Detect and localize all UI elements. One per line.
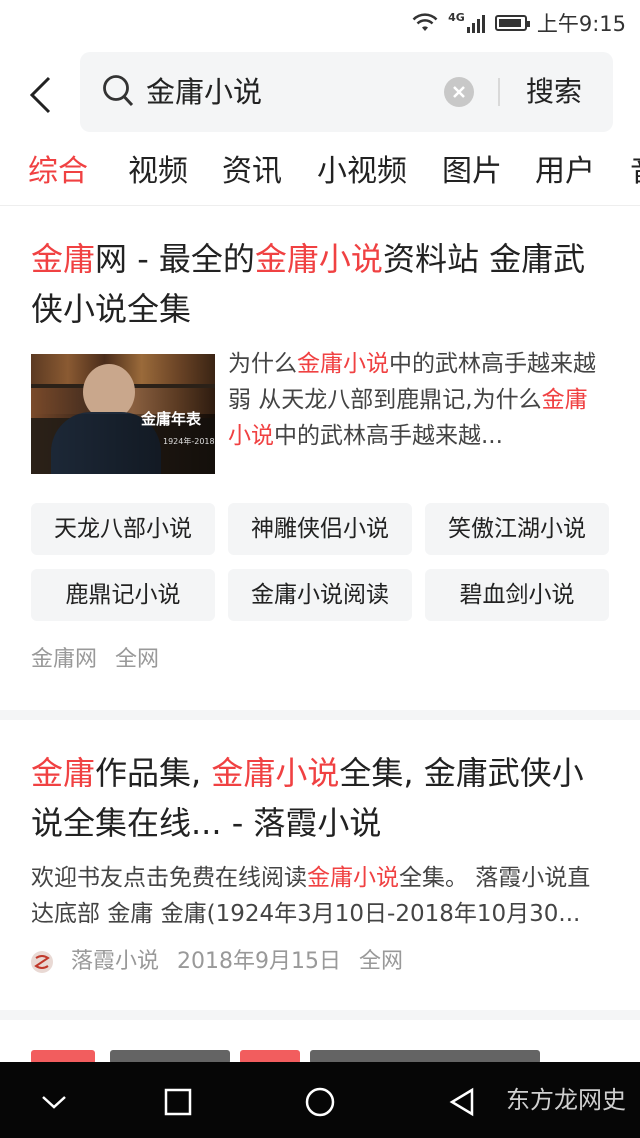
result-summary: 欢迎书友点击免费在线阅读金庸小说全集。 落霞小说直达底部 金庸 金庸(1924年… [31,865,591,927]
tag-chip[interactable]: 神雕侠侣小说 [228,503,412,555]
tab-short-video[interactable]: 小视频 [317,152,407,192]
tab-users[interactable]: 用户 [535,152,595,192]
tag-chip[interactable]: 金庸小说阅读 [228,569,412,621]
watermark: 东方龙网史 [506,1086,626,1114]
tab-music[interactable]: 音 [630,152,640,192]
separator [0,710,640,720]
system-nav-bar: 东方龙网史 [0,1062,640,1138]
tag-chip[interactable]: 碧血剑小说 [425,569,609,621]
circle-icon [305,1087,335,1117]
result-card-3-partial[interactable] [0,1020,640,1062]
tab-images[interactable]: 图片 [442,152,502,192]
result-card-1[interactable]: 金庸网 - 最全的金庸小说资料站 金庸武侠小说全集 金庸年表 1924年-201… [0,206,640,710]
result-scope: 全网 [359,949,404,974]
category-tabs: 综合 视频 资讯 小视频 图片 用户 音 [0,144,640,206]
divider [498,78,500,106]
thumbnail-caption: 金庸年表 [141,410,202,428]
thumbnail-years: 1924年-2018年 [163,437,215,446]
tab-video[interactable]: 视频 [128,152,188,192]
signal-icon [466,13,485,33]
tab-news[interactable]: 资讯 [222,152,282,192]
tag-chip[interactable]: 鹿鼎记小说 [31,569,215,621]
result-source: 金庸网 [31,647,98,672]
tag-chip[interactable]: 笑傲江湖小说 [425,503,609,555]
back-button[interactable] [18,70,62,120]
search-button[interactable]: 搜索 [526,72,582,112]
battery-icon [494,15,530,31]
search-header: 金庸小说 搜索 [0,44,640,144]
nav-back-button[interactable] [440,1082,484,1122]
tag-chip[interactable]: 天龙八部小说 [31,503,215,555]
clock: 上午9:15 [536,12,626,36]
clear-icon[interactable] [444,77,474,107]
chevron-left-icon [29,76,51,114]
wifi-icon [412,13,438,31]
tab-all[interactable]: 综合 [28,152,88,192]
nav-recents-button[interactable] [156,1082,200,1122]
search-query: 金庸小说 [146,75,263,109]
triangle-back-icon [449,1087,474,1117]
result-thumbnail[interactable]: 金庸年表 1924年-2018年 [31,354,215,474]
status-bar: 4G 上午9:15 [0,0,640,44]
search-input[interactable]: 金庸小说 搜索 [80,52,613,132]
result-card-2[interactable]: 金庸作品集, 金庸小说全集, 金庸武侠小说全集在线... - 落霞小说 欢迎书友… [0,720,640,1010]
result-title[interactable]: 金庸作品集, 金庸小说全集, 金庸武侠小说全集在线... - 落霞小说 [31,748,611,848]
square-icon [164,1088,192,1116]
source-favicon-icon [31,951,53,973]
separator [0,1010,640,1020]
result-date: 2018年9月15日 [177,949,341,974]
network-type: 4G [448,10,465,24]
nav-home-button[interactable] [298,1082,342,1122]
result-title[interactable]: 金庸网 - 最全的金庸小说资料站 金庸武侠小说全集 [31,234,611,334]
result-summary: 为什么金庸小说中的武林高手越来越弱 从天龙八部到鹿鼎记,为什么金庸小说中的武林高… [228,351,596,449]
nav-collapse-button[interactable] [32,1082,76,1122]
result-meta: 落霞小说 2018年9月15日 全网 [31,946,403,978]
result-scope: 全网 [115,647,160,672]
search-icon [103,75,134,107]
chevron-down-icon [42,1096,66,1109]
result-source: 落霞小说 [71,949,160,974]
result-meta: 金庸网 全网 [31,644,159,676]
